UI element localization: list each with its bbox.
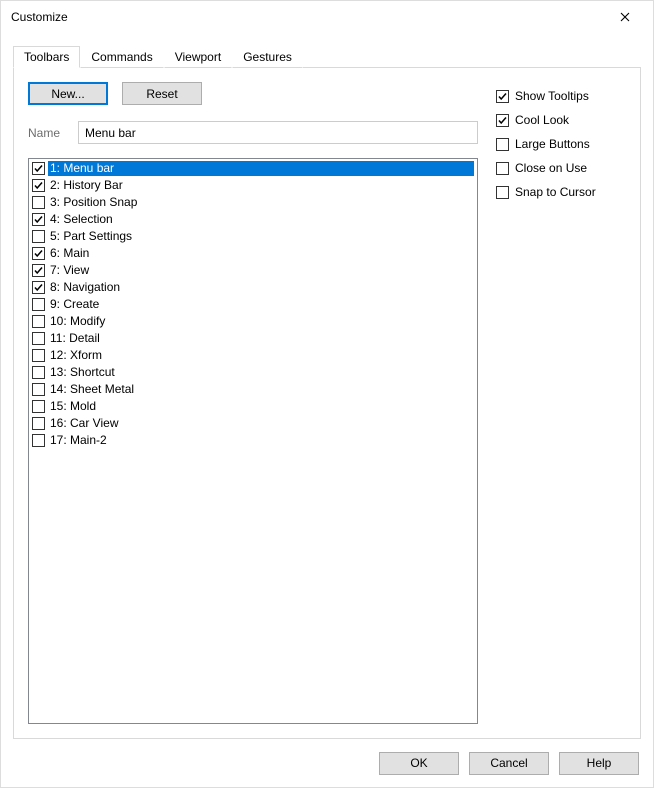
tab-gestures[interactable]: Gestures: [232, 46, 303, 68]
tab-container: ToolbarsCommandsViewportGestures New... …: [1, 33, 653, 739]
customize-dialog: Customize ToolbarsCommandsViewportGestur…: [0, 0, 654, 788]
list-item[interactable]: 7: View: [30, 262, 476, 279]
left-column: New... Reset Name 1: Menu bar 2: History …: [28, 82, 478, 724]
option-show-tooltips[interactable]: Show Tooltips: [496, 84, 626, 108]
tab-viewport[interactable]: Viewport: [164, 46, 232, 68]
checkbox[interactable]: [32, 264, 45, 277]
list-item-label: 4: Selection: [48, 212, 474, 227]
new-button[interactable]: New...: [28, 82, 108, 105]
checkbox[interactable]: [32, 298, 45, 311]
reset-button[interactable]: Reset: [122, 82, 202, 105]
checkbox[interactable]: [32, 247, 45, 260]
list-item-label: 14: Sheet Metal: [48, 382, 474, 397]
list-item-label: 10: Modify: [48, 314, 474, 329]
tab-panel-toolbars: New... Reset Name 1: Menu bar 2: History …: [13, 67, 641, 739]
window-title: Customize: [11, 10, 605, 24]
list-item[interactable]: 8: Navigation: [30, 279, 476, 296]
close-icon: [620, 12, 630, 22]
dialog-footer: OK Cancel Help: [1, 739, 653, 787]
checkbox[interactable]: [32, 315, 45, 328]
option-label: Snap to Cursor: [515, 185, 596, 199]
tab-toolbars[interactable]: Toolbars: [13, 46, 80, 68]
checkbox[interactable]: [32, 332, 45, 345]
list-item[interactable]: 4: Selection: [30, 211, 476, 228]
name-input[interactable]: [78, 121, 478, 144]
list-item-label: 15: Mold: [48, 399, 474, 414]
checkbox[interactable]: [496, 186, 509, 199]
checkbox[interactable]: [32, 349, 45, 362]
list-item[interactable]: 15: Mold: [30, 398, 476, 415]
button-row: New... Reset: [28, 82, 478, 105]
checkbox[interactable]: [32, 383, 45, 396]
tab-strip: ToolbarsCommandsViewportGestures: [13, 45, 641, 67]
option-label: Show Tooltips: [515, 89, 589, 103]
help-button[interactable]: Help: [559, 752, 639, 775]
option-close-on-use[interactable]: Close on Use: [496, 156, 626, 180]
checkbox[interactable]: [32, 400, 45, 413]
list-item-label: 1: Menu bar: [48, 161, 474, 176]
list-item-label: 9: Create: [48, 297, 474, 312]
list-item-label: 7: View: [48, 263, 474, 278]
list-item[interactable]: 9: Create: [30, 296, 476, 313]
list-item-label: 16: Car View: [48, 416, 474, 431]
list-item[interactable]: 11: Detail: [30, 330, 476, 347]
list-item-label: 11: Detail: [48, 331, 474, 346]
list-item[interactable]: 14: Sheet Metal: [30, 381, 476, 398]
checkbox[interactable]: [496, 114, 509, 127]
option-large-buttons[interactable]: Large Buttons: [496, 132, 626, 156]
list-item-label: 2: History Bar: [48, 178, 474, 193]
cancel-button[interactable]: Cancel: [469, 752, 549, 775]
list-item[interactable]: 10: Modify: [30, 313, 476, 330]
list-item[interactable]: 12: Xform: [30, 347, 476, 364]
list-item[interactable]: 2: History Bar: [30, 177, 476, 194]
checkbox[interactable]: [32, 230, 45, 243]
checkbox[interactable]: [32, 179, 45, 192]
toolbar-listbox[interactable]: 1: Menu bar 2: History Bar 3: Position Sna…: [28, 158, 478, 724]
checkbox[interactable]: [32, 434, 45, 447]
list-item[interactable]: 1: Menu bar: [30, 160, 476, 177]
option-label: Large Buttons: [515, 137, 590, 151]
option-cool-look[interactable]: Cool Look: [496, 108, 626, 132]
checkbox[interactable]: [496, 162, 509, 175]
list-item-label: 17: Main-2: [48, 433, 474, 448]
list-item[interactable]: 13: Shortcut: [30, 364, 476, 381]
list-item[interactable]: 5: Part Settings: [30, 228, 476, 245]
checkbox[interactable]: [32, 417, 45, 430]
option-label: Close on Use: [515, 161, 587, 175]
list-item[interactable]: 16: Car View: [30, 415, 476, 432]
list-item-label: 8: Navigation: [48, 280, 474, 295]
list-item[interactable]: 17: Main-2: [30, 432, 476, 449]
checkbox[interactable]: [32, 162, 45, 175]
checkbox[interactable]: [32, 213, 45, 226]
list-item-label: 3: Position Snap: [48, 195, 474, 210]
options-column: Show Tooltips Cool Look Large Buttons Close…: [496, 82, 626, 724]
name-label: Name: [28, 126, 78, 140]
titlebar: Customize: [1, 1, 653, 33]
list-item[interactable]: 3: Position Snap: [30, 194, 476, 211]
close-button[interactable]: [605, 3, 645, 31]
checkbox[interactable]: [32, 281, 45, 294]
tab-commands[interactable]: Commands: [80, 46, 163, 68]
list-item-label: 5: Part Settings: [48, 229, 474, 244]
list-item-label: 12: Xform: [48, 348, 474, 363]
checkbox[interactable]: [496, 90, 509, 103]
list-item[interactable]: 6: Main: [30, 245, 476, 262]
name-row: Name: [28, 121, 478, 144]
ok-button[interactable]: OK: [379, 752, 459, 775]
option-snap-to-cursor[interactable]: Snap to Cursor: [496, 180, 626, 204]
checkbox[interactable]: [496, 138, 509, 151]
list-item-label: 6: Main: [48, 246, 474, 261]
list-item-label: 13: Shortcut: [48, 365, 474, 380]
option-label: Cool Look: [515, 113, 569, 127]
checkbox[interactable]: [32, 366, 45, 379]
checkbox[interactable]: [32, 196, 45, 209]
